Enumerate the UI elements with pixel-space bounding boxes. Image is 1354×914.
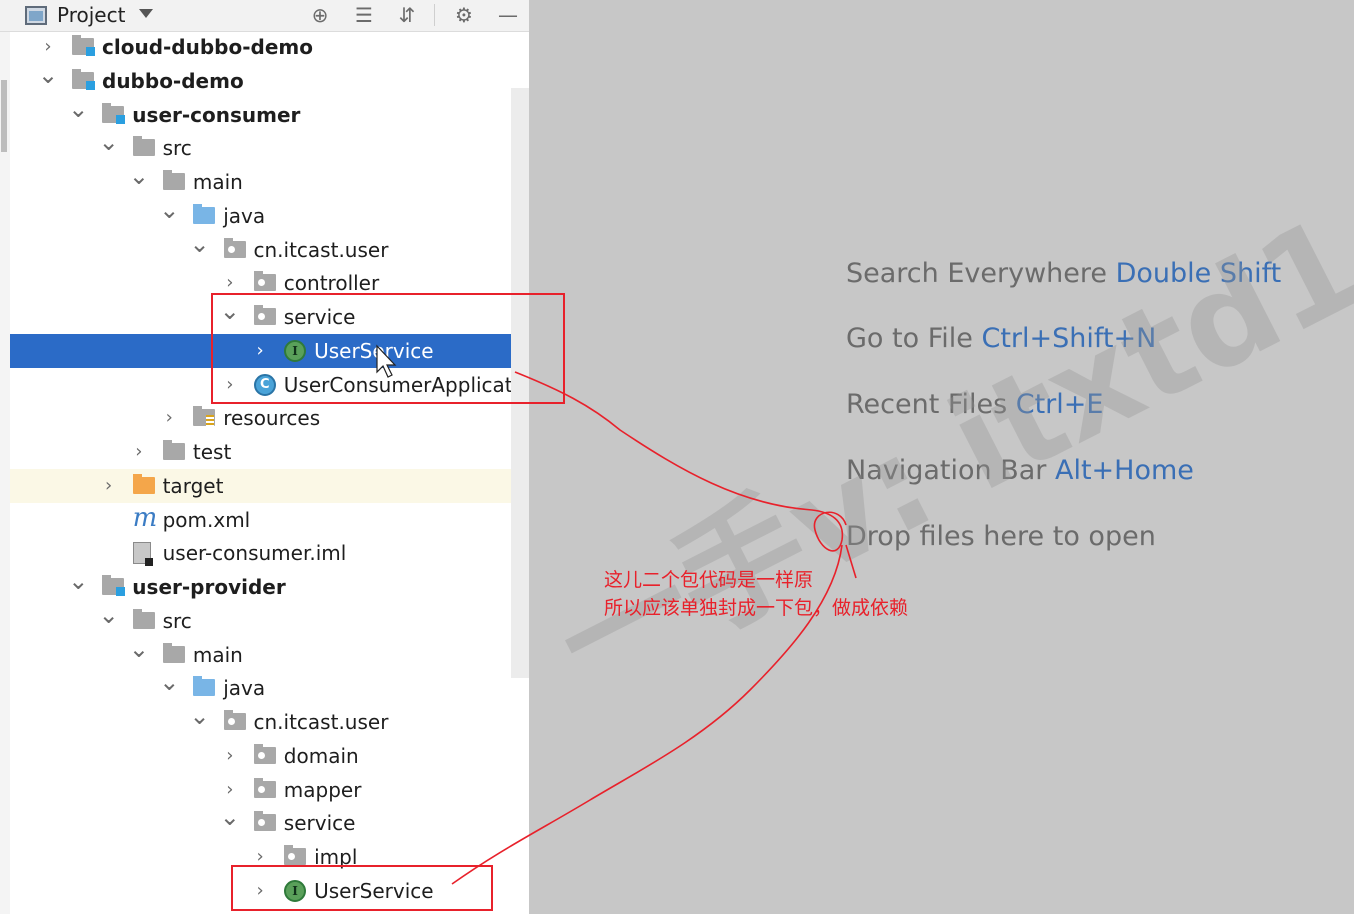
arrow-stroke-upper [514, 371, 847, 552]
annotation-ink [376, 344, 857, 885]
mouse-cursor-icon [376, 344, 397, 378]
arrow-stroke-tail [845, 544, 857, 579]
arrow-stroke-lower [451, 544, 843, 885]
